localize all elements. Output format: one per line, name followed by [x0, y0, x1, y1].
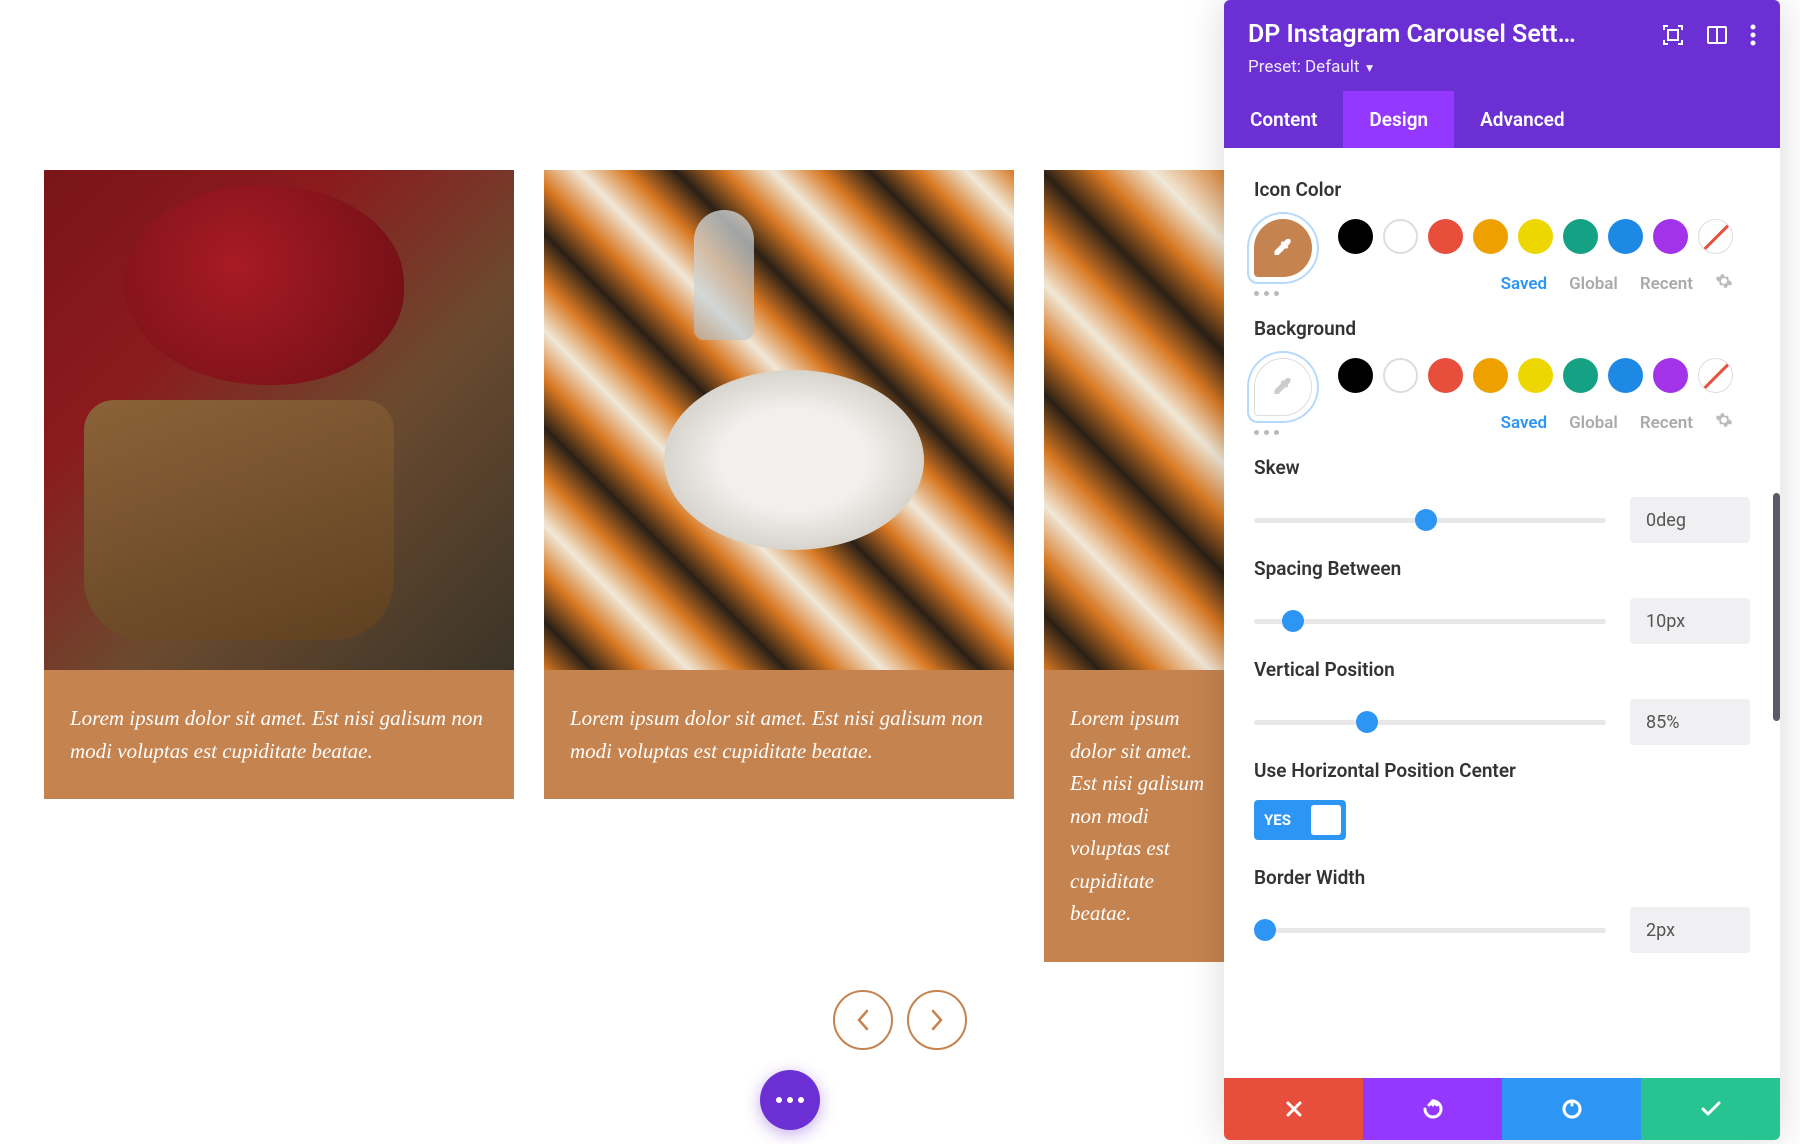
- slider-skew[interactable]: [1254, 518, 1606, 523]
- swatch-yellow[interactable]: [1518, 219, 1553, 254]
- tab-advanced[interactable]: Advanced: [1454, 91, 1590, 148]
- slider-spacing[interactable]: [1254, 619, 1606, 624]
- color-picker-current[interactable]: [1254, 219, 1312, 277]
- swatch-yellow[interactable]: [1518, 358, 1553, 393]
- carousel-card: Lorem ipsum dolor sit amet. Est nisi gal…: [44, 170, 514, 962]
- save-button[interactable]: [1641, 1078, 1780, 1140]
- dots-icon: [776, 1097, 804, 1103]
- value-skew[interactable]: 0deg: [1630, 497, 1750, 543]
- card-caption: Lorem ipsum dolor sit amet. Est nisi gal…: [44, 670, 514, 799]
- value-vertical[interactable]: 85%: [1630, 699, 1750, 745]
- color-tab-recent[interactable]: Recent: [1640, 274, 1693, 294]
- swatch-blue[interactable]: [1608, 219, 1643, 254]
- swatch-green[interactable]: [1563, 219, 1598, 254]
- chevron-right-icon: [930, 1009, 944, 1031]
- card-image[interactable]: [44, 170, 514, 670]
- card-image[interactable]: [1044, 170, 1234, 670]
- tab-design[interactable]: Design: [1343, 91, 1454, 148]
- card-image[interactable]: [544, 170, 1014, 670]
- slider-vertical[interactable]: [1254, 720, 1606, 725]
- picker-more-button[interactable]: [1254, 291, 1312, 296]
- columns-icon[interactable]: [1706, 24, 1728, 46]
- swatch-orange[interactable]: [1473, 358, 1508, 393]
- fab-menu-button[interactable]: [760, 1070, 820, 1130]
- value-border[interactable]: 2px: [1630, 907, 1750, 953]
- swatch-green[interactable]: [1563, 358, 1598, 393]
- value-spacing[interactable]: 10px: [1630, 598, 1750, 644]
- label-horizontal: Use Horizontal Position Center: [1254, 759, 1534, 782]
- swatch-purple[interactable]: [1653, 358, 1688, 393]
- color-swatches: [1338, 358, 1733, 393]
- gear-icon[interactable]: [1715, 411, 1733, 434]
- undo-button[interactable]: [1363, 1078, 1502, 1140]
- color-tab-global[interactable]: Global: [1569, 274, 1618, 294]
- swatch-blue[interactable]: [1608, 358, 1643, 393]
- scrollbar[interactable]: [1773, 493, 1780, 721]
- check-icon: [1699, 1097, 1723, 1121]
- toggle-handle: [1311, 805, 1341, 835]
- color-picker-current[interactable]: [1254, 358, 1312, 416]
- swatch-red[interactable]: [1428, 358, 1463, 393]
- label-spacing: Spacing Between: [1254, 557, 1750, 580]
- carousel-card: Lorem ipsum dolor sit amet. Est nisi gal…: [544, 170, 1014, 962]
- label-background: Background: [1254, 317, 1750, 340]
- swatch-white[interactable]: [1383, 219, 1418, 254]
- next-button[interactable]: [907, 990, 967, 1050]
- swatch-white[interactable]: [1383, 358, 1418, 393]
- panel-tabs: Content Design Advanced: [1224, 91, 1780, 148]
- chevron-left-icon: [856, 1009, 870, 1031]
- undo-icon: [1421, 1097, 1445, 1121]
- expand-icon[interactable]: [1662, 24, 1684, 46]
- prev-button[interactable]: [833, 990, 893, 1050]
- color-swatches: [1338, 219, 1733, 254]
- carousel-card: Lorem ipsum dolor sit amet. Est nisi gal…: [1044, 170, 1234, 962]
- toggle-horizontal-center[interactable]: YES: [1254, 800, 1346, 840]
- redo-icon: [1560, 1097, 1584, 1121]
- swatch-transparent[interactable]: [1698, 358, 1733, 393]
- card-caption: Lorem ipsum dolor sit amet. Est nisi gal…: [1044, 670, 1234, 962]
- card-caption: Lorem ipsum dolor sit amet. Est nisi gal…: [544, 670, 1014, 799]
- swatch-black[interactable]: [1338, 219, 1373, 254]
- label-border: Border Width: [1254, 866, 1750, 889]
- label-skew: Skew: [1254, 456, 1750, 479]
- panel-title: DP Instagram Carousel Sett…: [1248, 20, 1662, 49]
- swatch-red[interactable]: [1428, 219, 1463, 254]
- tab-content[interactable]: Content: [1224, 91, 1343, 148]
- preset-selector[interactable]: Preset: Default ▼: [1248, 57, 1756, 77]
- kebab-icon[interactable]: [1750, 24, 1756, 46]
- close-icon: [1284, 1099, 1304, 1119]
- color-tab-recent[interactable]: Recent: [1640, 413, 1693, 433]
- cancel-button[interactable]: [1224, 1078, 1363, 1140]
- color-tab-global[interactable]: Global: [1569, 413, 1618, 433]
- panel-header: DP Instagram Carousel Sett… Preset: Defa…: [1224, 0, 1780, 91]
- panel-body: Icon Color: [1224, 148, 1780, 1078]
- swatch-black[interactable]: [1338, 358, 1373, 393]
- redo-button[interactable]: [1502, 1078, 1641, 1140]
- swatch-purple[interactable]: [1653, 219, 1688, 254]
- swatch-transparent[interactable]: [1698, 219, 1733, 254]
- label-vertical: Vertical Position: [1254, 658, 1750, 681]
- swatch-orange[interactable]: [1473, 219, 1508, 254]
- panel-footer: [1224, 1078, 1780, 1140]
- eyedropper-icon: [1271, 375, 1295, 399]
- eyedropper-icon: [1271, 236, 1295, 260]
- picker-more-button[interactable]: [1254, 430, 1312, 435]
- gear-icon[interactable]: [1715, 272, 1733, 295]
- color-tab-saved[interactable]: Saved: [1501, 413, 1548, 433]
- label-icon-color: Icon Color: [1254, 178, 1750, 201]
- slider-border[interactable]: [1254, 928, 1606, 933]
- color-tab-saved[interactable]: Saved: [1501, 274, 1548, 294]
- settings-panel: DP Instagram Carousel Sett… Preset: Defa…: [1224, 0, 1780, 1140]
